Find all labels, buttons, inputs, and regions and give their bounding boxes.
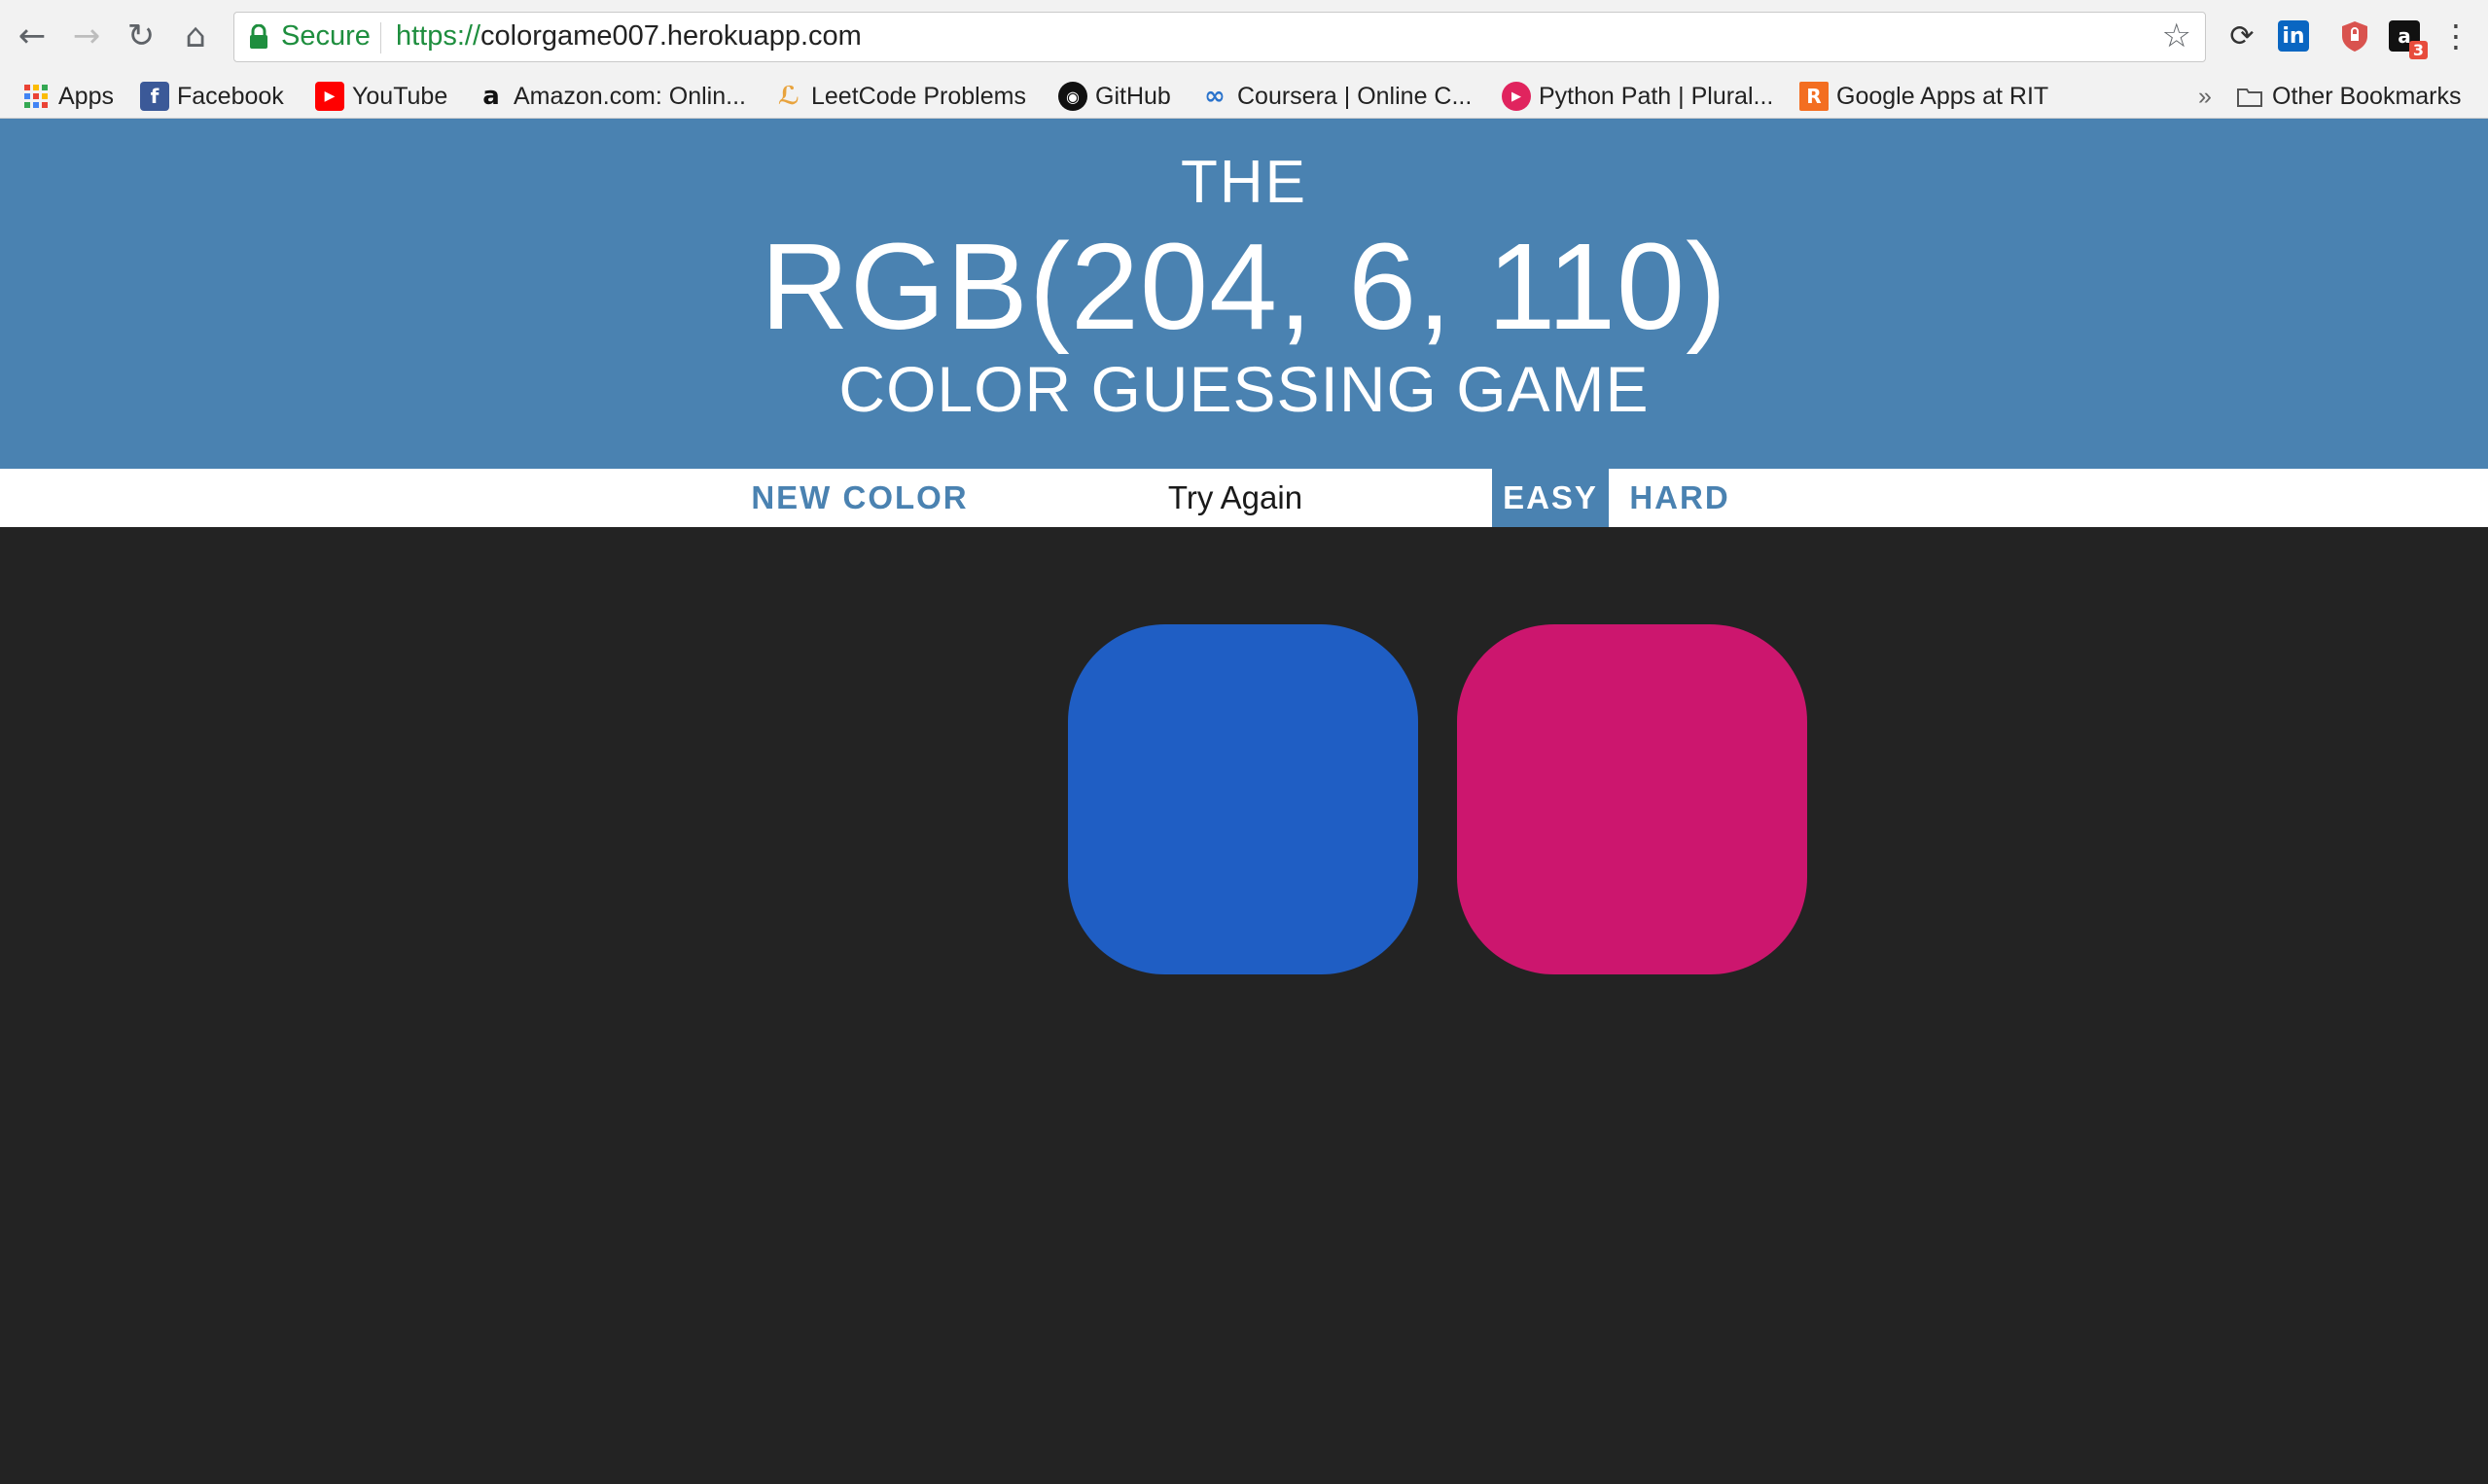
bookmark-label: LeetCode Problems <box>811 82 1026 110</box>
color-square[interactable] <box>1457 624 1807 974</box>
color-square[interactable] <box>1068 624 1418 974</box>
bookmark-facebook[interactable]: f Facebook <box>140 80 284 113</box>
sync-extension-icon[interactable]: ⟳ <box>2223 18 2260 54</box>
bookmark-label: GitHub <box>1095 82 1171 110</box>
apps-grid-icon <box>24 85 48 108</box>
home-icon[interactable]: ⌂ <box>173 14 218 58</box>
back-icon[interactable]: ← <box>10 14 54 58</box>
url-scheme: https:// <box>396 20 481 52</box>
game-title: COLOR GUESSING GAME <box>838 353 1650 425</box>
coursera-icon: ∞ <box>1204 82 1226 111</box>
reload-icon[interactable]: ↻ <box>119 14 163 58</box>
lock-icon <box>250 24 267 49</box>
bookmark-label: Apps <box>58 82 114 110</box>
extension-badge-icon[interactable]: a 3 <box>2389 20 2428 59</box>
bookmarks-overflow-button[interactable]: » <box>2198 80 2212 113</box>
bookmark-amazon[interactable]: a Amazon.com: Onlin... <box>477 80 746 113</box>
other-bookmarks[interactable]: Other Bookmarks <box>2235 80 2462 113</box>
bookmark-label: YouTube <box>352 82 448 110</box>
forward-icon[interactable]: → <box>64 14 109 58</box>
youtube-icon: ▶ <box>315 82 344 111</box>
extension-badge-count: 3 <box>2408 41 2428 59</box>
amazon-icon: a <box>482 82 500 111</box>
linkedin-extension-icon[interactable]: in <box>2278 20 2309 52</box>
bookmarks-bar: Apps f Facebook ▶ YouTube a Amazon.com: … <box>0 74 2488 119</box>
rit-icon: R <box>1799 82 1829 111</box>
pluralsight-icon: ▶ <box>1502 82 1531 111</box>
url-text[interactable]: https://colorgame007.herokuapp.com <box>396 20 862 53</box>
bookmark-leetcode[interactable]: ℒ LeetCode Problems <box>774 80 1026 113</box>
target-rgb-display: RGB(204, 6, 110) <box>760 218 1728 355</box>
secure-label: Secure <box>281 20 371 52</box>
game-board <box>0 527 2488 1484</box>
new-color-button[interactable]: NEW COLOR <box>731 469 988 527</box>
facebook-icon: f <box>140 82 169 111</box>
bookmark-apps[interactable]: Apps <box>21 80 114 113</box>
url-host: colorgame007.herokuapp.com <box>480 20 862 52</box>
hard-mode-button[interactable]: HARD <box>1609 469 1751 527</box>
browser-toolbar: ← → ↻ ⌂ Secure https://colorgame007.hero… <box>0 0 2488 74</box>
bookmark-label: Python Path | Plural... <box>1539 82 1774 110</box>
other-bookmarks-label: Other Bookmarks <box>2272 82 2462 110</box>
shield-extension-icon[interactable] <box>2336 18 2373 54</box>
controls-stripe: NEW COLOR Try Again EASY HARD <box>0 469 2488 527</box>
omnibox-divider <box>380 22 381 53</box>
leetcode-icon: ℒ <box>777 82 800 111</box>
bookmark-github[interactable]: ◉ GitHub <box>1058 80 1171 113</box>
bookmark-pluralsight[interactable]: ▶ Python Path | Plural... <box>1502 80 1773 113</box>
github-icon: ◉ <box>1058 82 1087 111</box>
bookmark-youtube[interactable]: ▶ YouTube <box>315 80 447 113</box>
status-message: Try Again <box>1167 479 1303 515</box>
bookmark-rit[interactable]: R Google Apps at RIT <box>1799 80 2048 113</box>
bookmark-star-icon[interactable]: ☆ <box>2162 17 2191 55</box>
address-bar[interactable]: Secure https://colorgame007.herokuapp.co… <box>233 12 2206 62</box>
bookmark-label: Amazon.com: Onlin... <box>514 82 746 110</box>
bookmark-coursera[interactable]: ∞ Coursera | Online C... <box>1200 80 1472 113</box>
bookmark-label: Facebook <box>177 82 284 110</box>
bookmark-label: Google Apps at RIT <box>1836 82 2049 110</box>
easy-mode-button[interactable]: EASY <box>1492 469 1609 527</box>
header-the: THE <box>1181 149 1307 216</box>
folder-icon <box>2237 88 2262 107</box>
browser-chrome: ← → ↻ ⌂ Secure https://colorgame007.hero… <box>0 0 2488 119</box>
game-header: THE RGB(204, 6, 110) COLOR GUESSING GAME <box>0 119 2488 469</box>
bookmark-label: Coursera | Online C... <box>1237 82 1473 110</box>
menu-kebab-icon[interactable]: ⋮ <box>2437 18 2474 54</box>
